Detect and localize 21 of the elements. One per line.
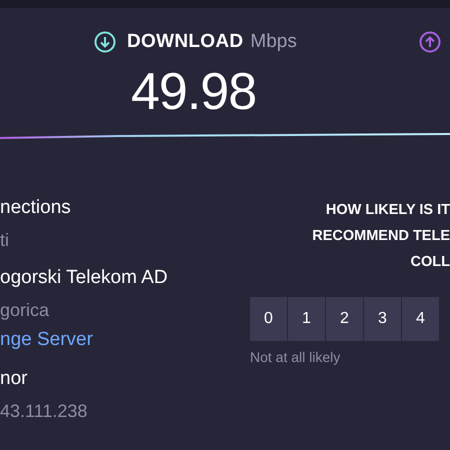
change-server-link[interactable]: nge Server [0, 323, 240, 356]
rating-button[interactable]: 2 [326, 297, 363, 341]
survey-question: COLL [410, 253, 450, 272]
rating-button[interactable]: 3 [364, 297, 401, 341]
scale-label: Not at all likely [249, 349, 342, 365]
info-label: ogorski Telekom AD [0, 266, 169, 290]
info-label: nections [0, 196, 72, 220]
upload-icon [419, 31, 441, 53]
speed-value: 49.98 [131, 62, 256, 122]
download-icon [94, 31, 116, 53]
info-value: ti [0, 229, 10, 252]
survey-question: RECOMMEND TELE [312, 227, 450, 246]
rating-button[interactable]: 4 [402, 297, 439, 341]
download-label: DOWNLOAD [127, 31, 244, 53]
info-value: gorica [0, 299, 50, 322]
info-value: 43.111.238 [0, 400, 88, 423]
unit-label: Mbps [250, 31, 297, 53]
info-label: nor [0, 367, 28, 391]
survey-question: HOW LIKELY IS IT [326, 201, 450, 220]
rating-button[interactable]: 0 [250, 297, 287, 341]
rating-button[interactable]: 1 [288, 297, 325, 341]
